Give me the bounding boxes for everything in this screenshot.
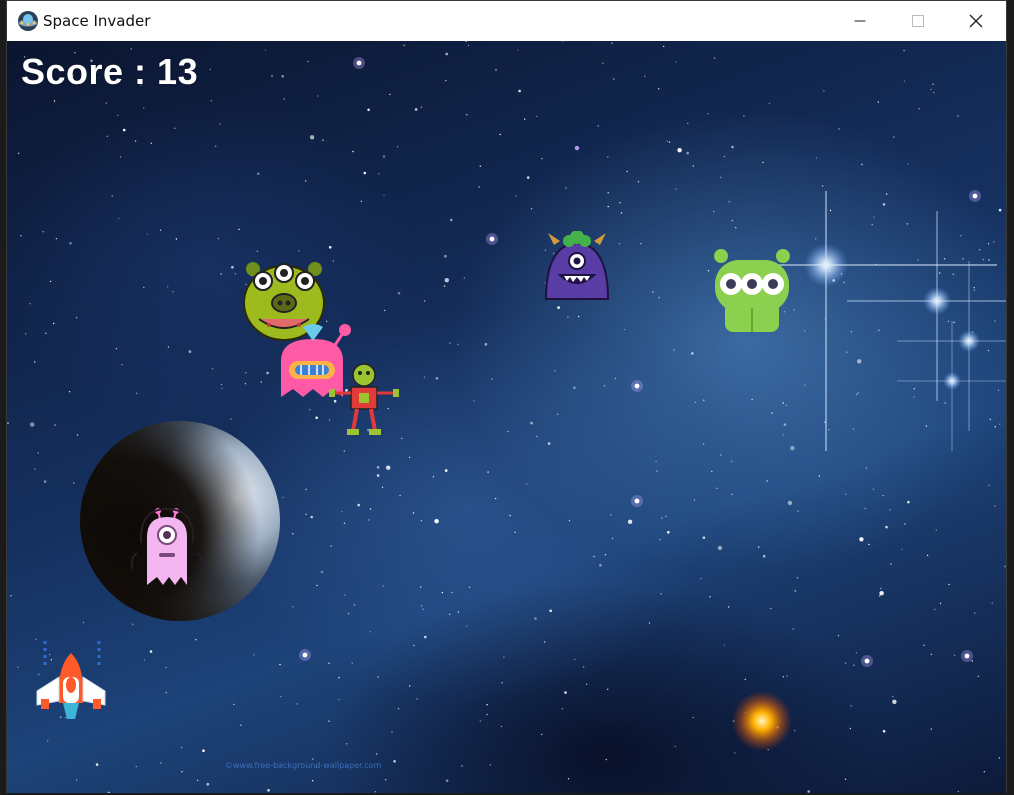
enemy-green-three-eyed-alien — [714, 249, 790, 332]
game-canvas[interactable]: Score : 13 ©www.free-background-wallpape… — [7, 41, 1006, 793]
score-display: Score : 13 — [21, 51, 199, 92]
maximize-icon — [912, 15, 924, 27]
enemy-pink-octopus-alien — [130, 507, 204, 585]
close-button[interactable] — [947, 1, 1005, 41]
enemy-green-robot-alien — [329, 363, 399, 435]
maximize-button[interactable] — [889, 1, 947, 41]
wallpaper-watermark: ©www.free-background-wallpaper.com — [225, 761, 382, 770]
ufo-app-icon — [18, 11, 38, 31]
title-bar[interactable]: Space Invader — [7, 1, 1006, 41]
enemy-purple-cyclops — [544, 231, 610, 300]
minimize-icon — [854, 20, 866, 22]
game-window: Space Invader Score: 13 ©www.free-backg… — [6, 0, 1007, 793]
player-rocket-ship[interactable] — [33, 639, 109, 725]
close-icon — [969, 14, 983, 28]
window-title: Space Invader — [43, 12, 151, 30]
minimize-button[interactable] — [831, 1, 889, 41]
orange-sun — [732, 691, 792, 751]
